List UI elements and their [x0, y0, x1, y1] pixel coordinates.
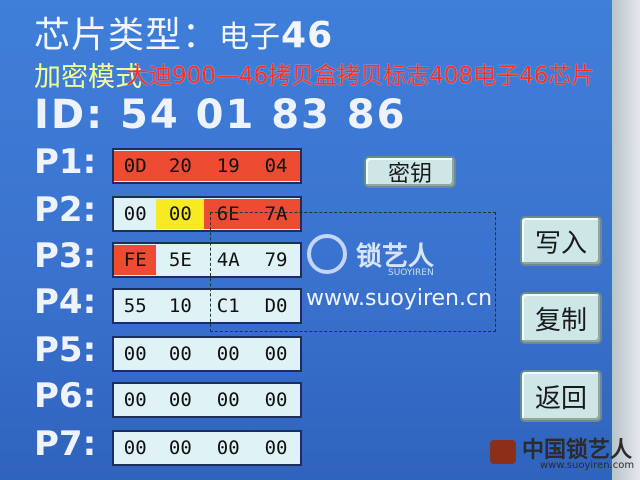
byte-cell: 00: [264, 343, 288, 365]
byte-cell: 00: [168, 389, 192, 411]
byte-cell: 0D: [114, 151, 157, 181]
page-bytes-field[interactable]: 00 00 00 00: [112, 430, 302, 466]
byte-cell: 20: [156, 151, 205, 181]
watermark-frame: [210, 212, 496, 332]
watermark-url: www.suoyiren.cn: [306, 286, 493, 311]
id-value: 54 01 83 86: [120, 92, 407, 138]
page-label: P4:: [34, 282, 97, 322]
byte-cell: FE: [114, 245, 157, 275]
key-button[interactable]: 密钥: [364, 156, 456, 188]
byte-cell: 00: [264, 437, 288, 459]
page-label: P5:: [34, 330, 97, 370]
page-label: P6:: [34, 376, 97, 416]
id-label: ID:: [34, 92, 105, 138]
page-bytes-field[interactable]: 00 00 00 00: [112, 336, 302, 372]
device-bezel: [612, 0, 640, 480]
byte-cell: 00: [216, 389, 240, 411]
corner-watermark-url: www.suoyiren.com: [540, 460, 635, 471]
byte-cell: 19: [204, 151, 253, 181]
byte-cell: 5E: [168, 249, 192, 271]
copy-button[interactable]: 复制: [520, 292, 602, 344]
byte-cell: 00: [123, 437, 147, 459]
byte-cell: 04: [252, 151, 300, 181]
byte-cell: 00: [123, 203, 147, 225]
byte-cell: 00: [156, 199, 205, 229]
byte-cell: 55: [123, 295, 147, 317]
page-label: P3:: [34, 236, 97, 276]
page-bytes-field[interactable]: 0D 20 19 04: [112, 148, 302, 184]
watermark-logo-icon: [307, 234, 347, 274]
byte-cell: 00: [168, 437, 192, 459]
page-label: P7:: [34, 424, 97, 464]
chip-name: 电子: [219, 20, 282, 55]
overlay-caption: 大迪900—46拷贝盒拷贝标志408电子46芯片: [126, 63, 595, 89]
byte-cell: 00: [216, 437, 240, 459]
chip-number: 46: [281, 15, 334, 56]
chip-type-label: 芯片类型：: [34, 15, 220, 56]
watermark-sub: SUOYIREN: [388, 268, 434, 278]
byte-cell: 00: [123, 389, 147, 411]
byte-cell: 00: [216, 343, 240, 365]
byte-cell: 00: [264, 389, 288, 411]
page-label: P1:: [34, 142, 97, 182]
page-label: P2:: [34, 190, 97, 230]
byte-cell: 10: [168, 295, 192, 317]
chip-type-title: 芯片类型：电子46: [34, 6, 333, 56]
corner-badge-icon: [490, 440, 516, 464]
page-bytes-field[interactable]: 00 00 00 00: [112, 382, 302, 418]
byte-cell: 00: [168, 343, 192, 365]
back-button[interactable]: 返回: [520, 370, 602, 422]
write-button[interactable]: 写入: [520, 216, 602, 266]
byte-cell: 00: [123, 343, 147, 365]
id-row: ID: 54 01 83 86: [34, 92, 406, 138]
